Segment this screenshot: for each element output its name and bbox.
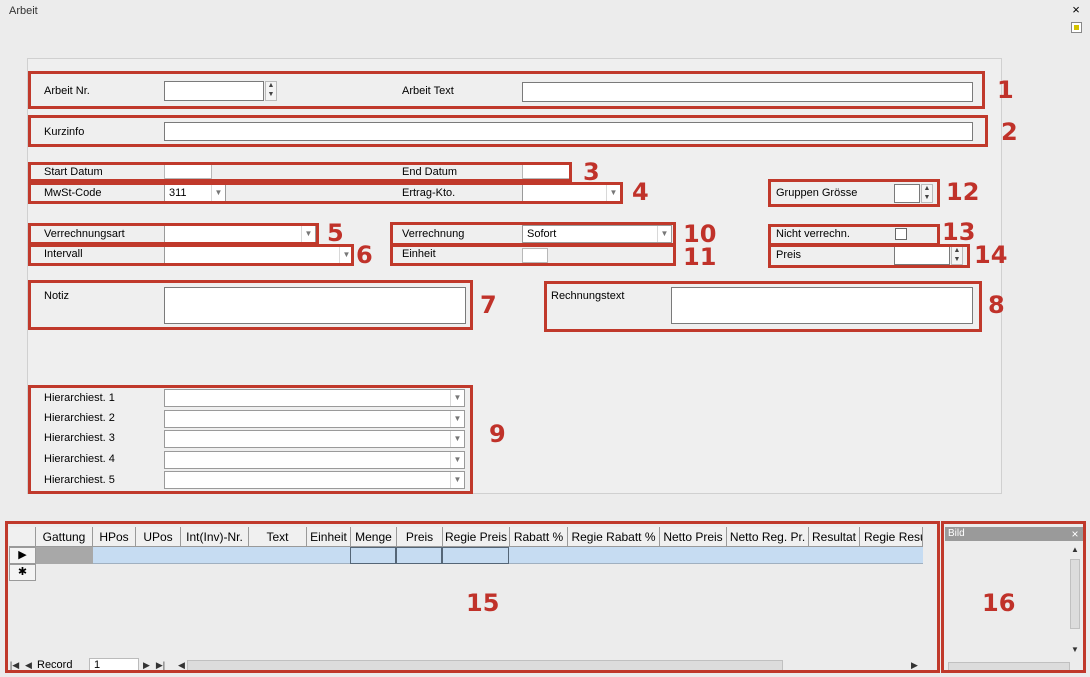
annotation-box-13 xyxy=(768,224,940,246)
annotation-number-15: 15 xyxy=(466,589,500,617)
window-title: Arbeit xyxy=(9,5,38,17)
annotation-box-10 xyxy=(390,222,676,246)
annotation-box-3 xyxy=(28,162,572,182)
annotation-box-1 xyxy=(28,71,985,109)
annotation-number-3: 3 xyxy=(583,158,600,186)
annotation-number-6: 6 xyxy=(356,241,373,269)
annotation-number-8: 8 xyxy=(988,291,1005,319)
annotation-box-5 xyxy=(28,223,319,245)
annotation-number-1: 1 xyxy=(997,76,1014,104)
annotation-number-5: 5 xyxy=(327,219,344,247)
annotation-number-7: 7 xyxy=(480,291,497,319)
annotation-box-12 xyxy=(768,179,940,207)
annotation-box-7 xyxy=(28,280,473,330)
annotation-box-8 xyxy=(544,281,982,332)
annotation-box-6 xyxy=(28,244,354,266)
annotation-box-4 xyxy=(28,182,623,204)
annotation-box-14 xyxy=(768,244,970,268)
annotation-number-2: 2 xyxy=(1001,118,1018,146)
annotation-box-2 xyxy=(28,115,988,147)
annotation-number-16: 16 xyxy=(982,589,1016,617)
annotation-number-12: 12 xyxy=(946,178,980,206)
resize-icon[interactable] xyxy=(1071,22,1082,33)
annotation-number-4: 4 xyxy=(632,178,649,206)
annotation-box-9 xyxy=(28,385,473,494)
annotation-number-13: 13 xyxy=(942,218,976,246)
close-icon[interactable]: × xyxy=(1069,3,1083,17)
annotation-box-11 xyxy=(390,244,676,266)
annotation-number-9: 9 xyxy=(489,420,506,448)
annotation-number-11: 11 xyxy=(683,243,717,271)
annotation-number-14: 14 xyxy=(974,241,1008,269)
